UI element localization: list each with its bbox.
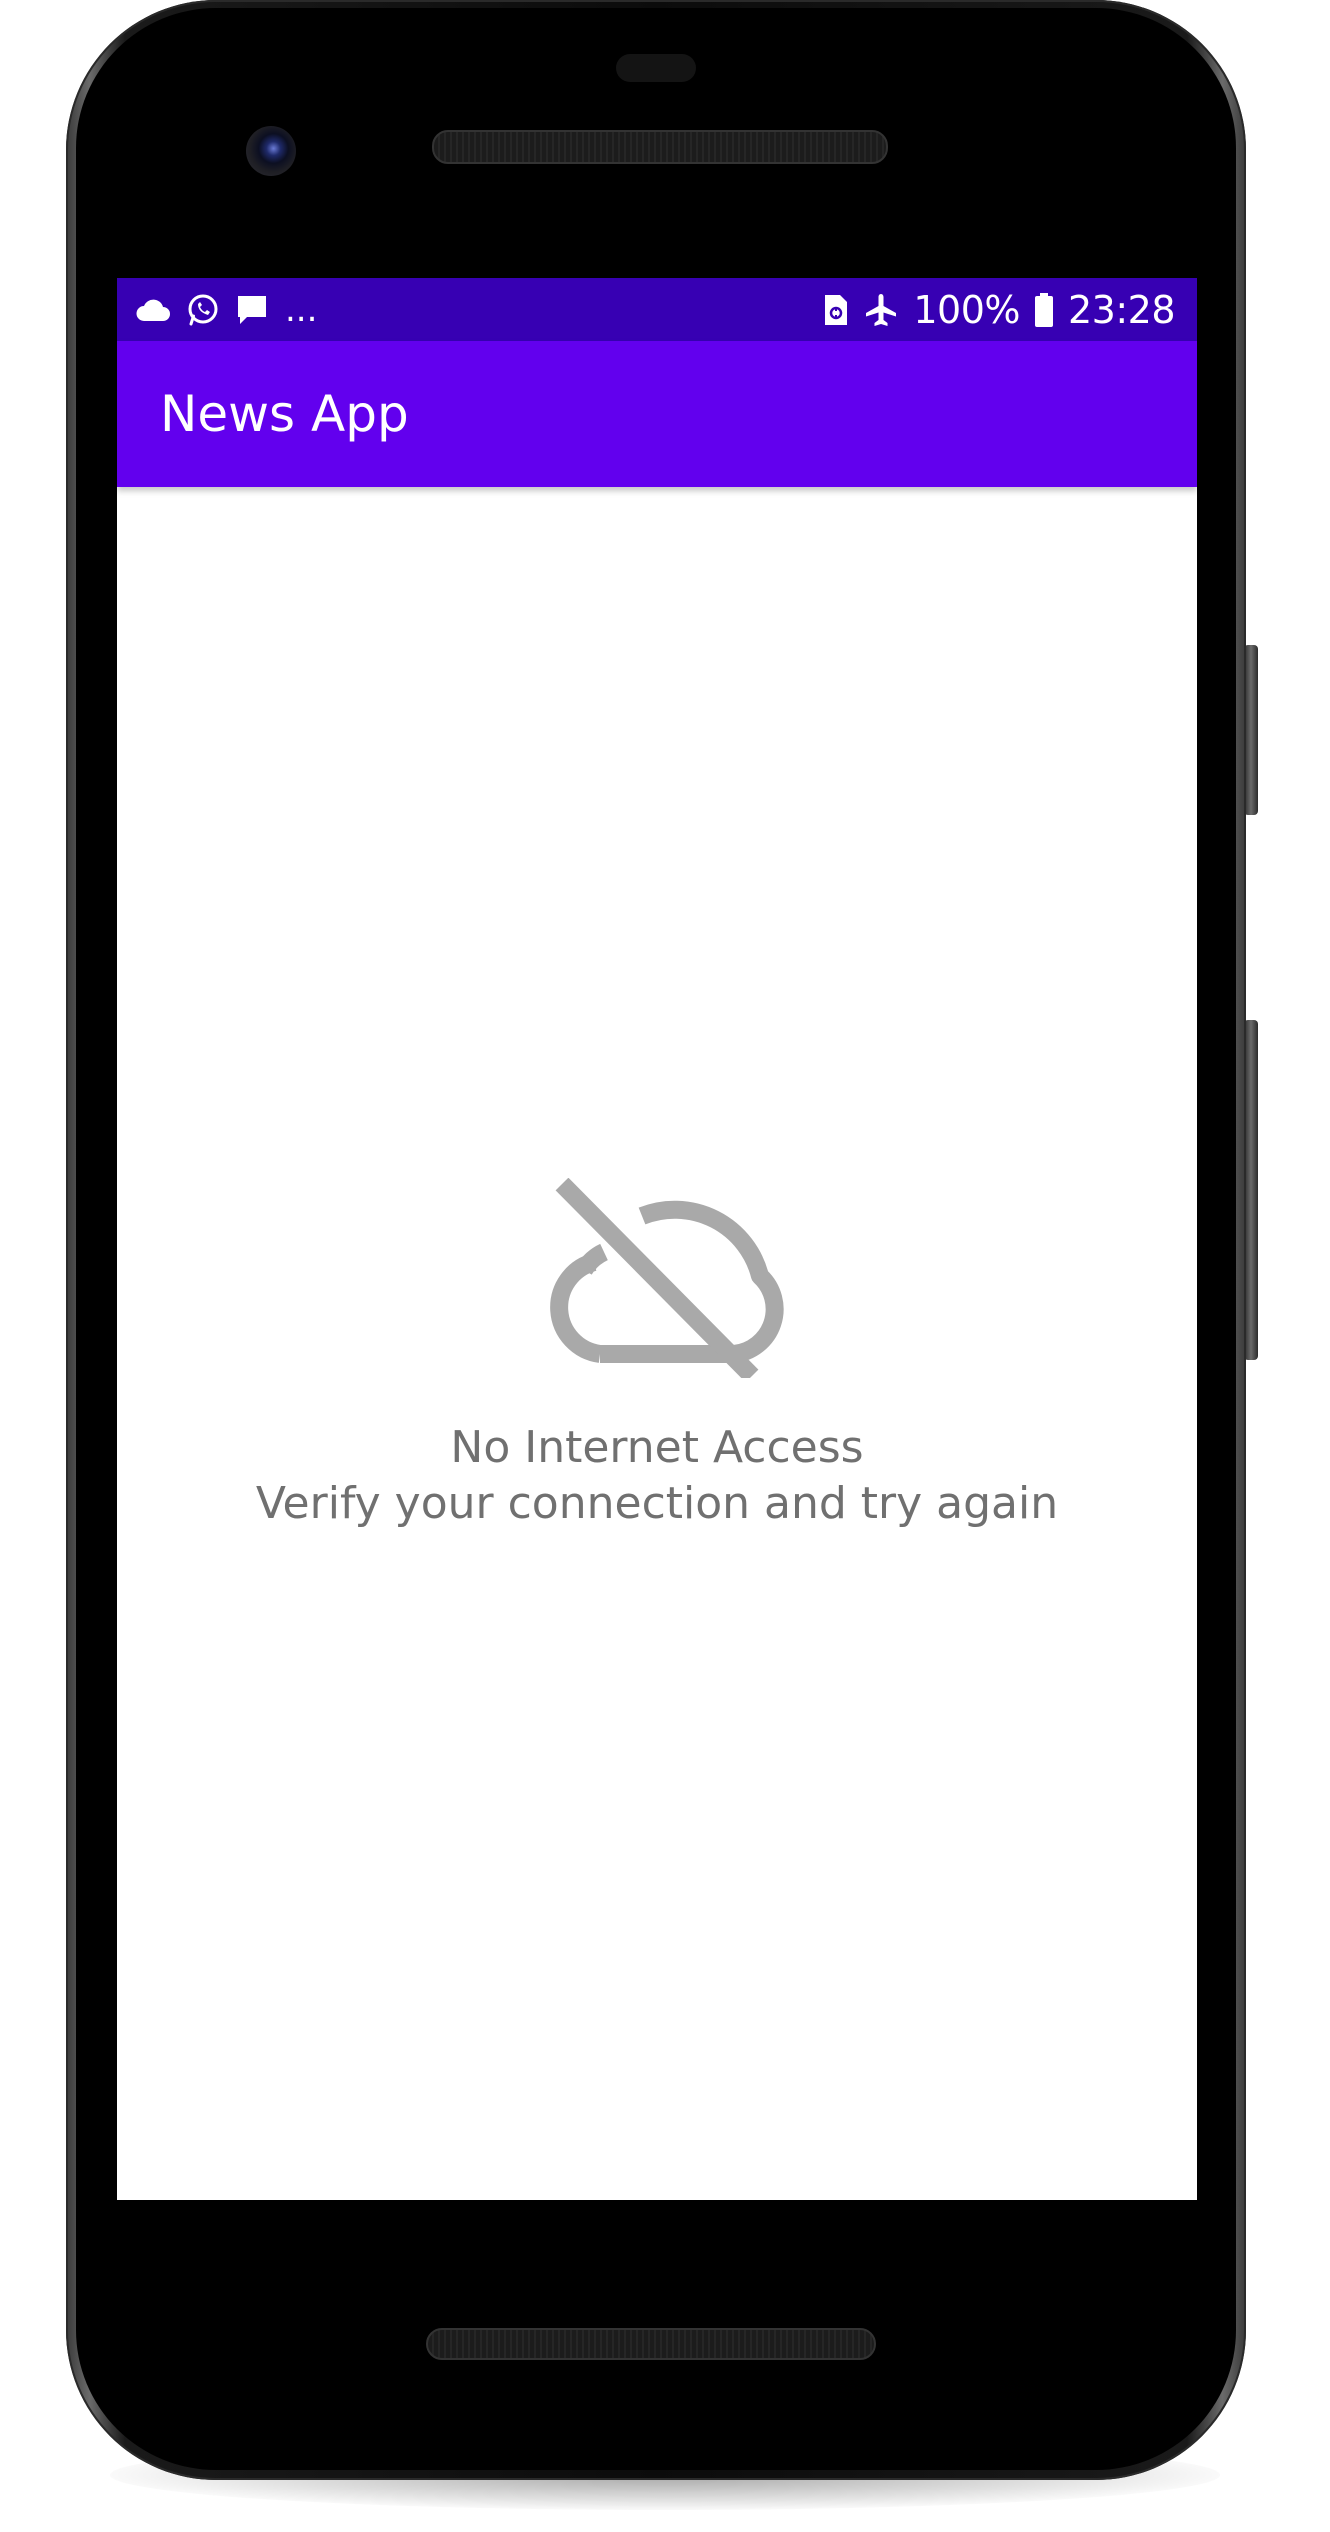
bottom-speaker (426, 2328, 876, 2360)
status-system: 100% 23:28 (823, 287, 1176, 332)
no-internet-empty-state: No Internet Access Verify your connectio… (117, 1178, 1197, 1532)
empty-state-title: No Internet Access (450, 1422, 864, 1473)
status-bar: ... 100% 23:28 (117, 278, 1197, 341)
empty-state-subtitle: Verify your connection and try again (255, 1478, 1059, 1529)
proximity-sensor (616, 54, 696, 82)
battery-percent: 100% (913, 287, 1020, 332)
clock: 23:28 (1067, 287, 1176, 332)
front-camera (246, 126, 296, 176)
app-title: News App (160, 385, 409, 443)
device-screen: ... 100% 23:28 News App No Internet Acce… (117, 278, 1197, 2200)
whatsapp-icon (185, 292, 221, 328)
earpiece-speaker (432, 130, 888, 164)
airplane-mode-icon (863, 292, 899, 328)
volume-button (1244, 645, 1258, 815)
sim-card-icon (823, 293, 849, 327)
cloud-off-icon (550, 1178, 784, 1378)
app-toolbar: News App (117, 341, 1197, 487)
cloud-icon (135, 297, 171, 323)
status-notifications: ... (135, 290, 317, 330)
battery-icon (1034, 292, 1054, 328)
power-button (1244, 1020, 1258, 1360)
message-icon (235, 293, 269, 327)
more-notifications-indicator: ... (285, 289, 318, 330)
